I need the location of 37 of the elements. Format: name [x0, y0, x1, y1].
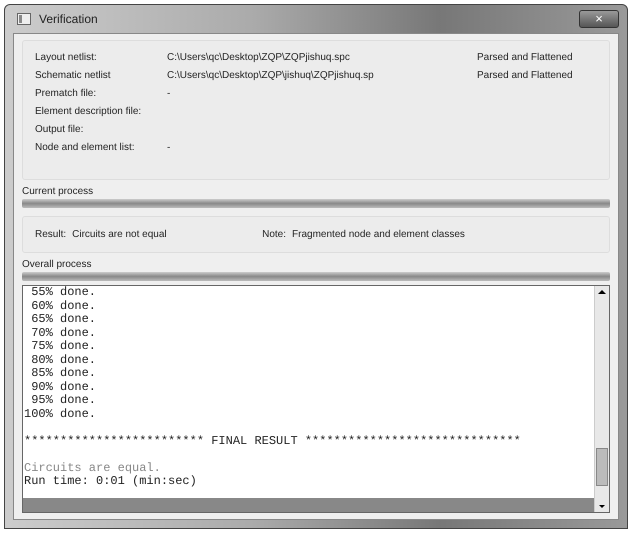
file-label: Layout netlist: — [35, 52, 98, 62]
file-status: Parsed and Flattened — [477, 70, 574, 80]
window-icon — [17, 13, 31, 25]
console-line: Run time: 0:01 (min:sec) — [23, 475, 198, 488]
console-line: 65% done. — [30, 313, 98, 326]
console-line: ************************* FINAL RESULT ****************************** — [23, 434, 522, 448]
note-label: Note: — [262, 229, 286, 240]
horizontal-scrollbar[interactable] — [23, 498, 594, 512]
result-label: Result: — [35, 229, 66, 240]
section-label: Overall process — [22, 259, 92, 270]
result-text: Circuits are not equal — [72, 229, 168, 240]
file-label: Node and element list: — [35, 142, 136, 152]
file-status: Parsed and Flattened — [477, 52, 574, 62]
console-line: 95% done. — [30, 394, 98, 408]
console-line: 80% done. — [30, 354, 98, 367]
console-line: Circuits are equal. — [23, 462, 162, 475]
file-path: - — [167, 88, 172, 98]
file-label: Element description file: — [35, 106, 142, 116]
file-label: Output file: — [35, 124, 84, 134]
section-label: Current process — [22, 186, 94, 197]
console-line: 90% done. — [30, 380, 98, 394]
console-line: 70% done. — [30, 326, 98, 340]
console-line: 100% done. — [23, 408, 98, 421]
console-line: 55% done. — [30, 286, 98, 300]
close-button[interactable]: × — [579, 10, 619, 28]
window-title: Verification — [39, 12, 98, 26]
scroll-thumb[interactable] — [596, 448, 608, 486]
file-path: - — [167, 142, 172, 152]
console-line: 60% done. — [30, 300, 98, 313]
file-label: Prematch file: — [35, 88, 98, 98]
file-path: C:\Users\qc\Desktop\ZQP\jishuq\ZQPjishuq.sp — [167, 70, 375, 80]
note-text: Fragmented node and element classes — [292, 229, 465, 240]
file-label: Schematic netlist — [35, 70, 112, 80]
vertical-scrollbar[interactable] — [594, 286, 609, 512]
console-line: 75% done. — [30, 340, 98, 354]
console-line: 85% done. — [30, 367, 98, 380]
file-path: C:\Users\qc\Desktop\ZQP\ZQPjishuq.spc — [167, 52, 351, 62]
